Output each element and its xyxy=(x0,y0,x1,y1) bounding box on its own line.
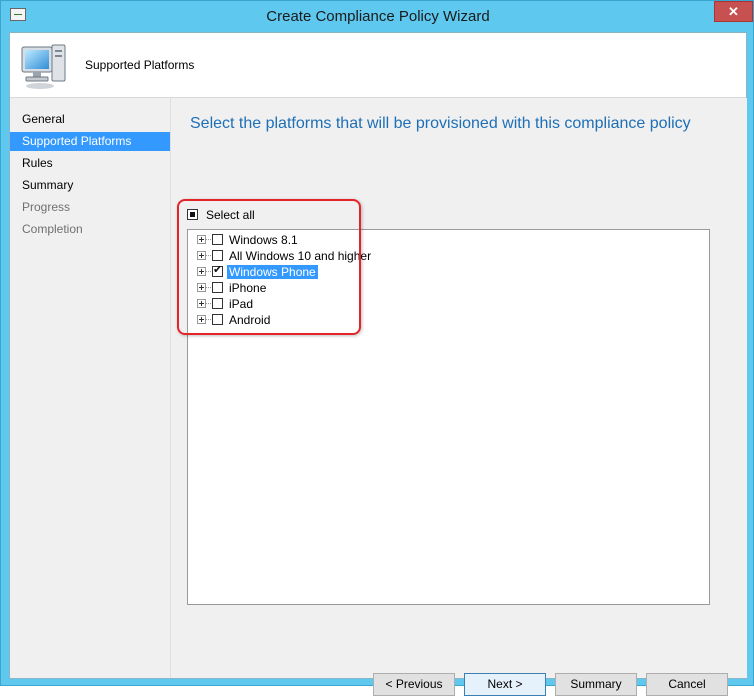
title-bar[interactable]: Create Compliance Policy Wizard ✕ xyxy=(1,1,753,33)
wizard-banner: Supported Platforms xyxy=(10,33,746,98)
page-heading: Select the platforms that will be provis… xyxy=(190,115,691,132)
nav-item-completion: Completion xyxy=(22,222,83,236)
next-button[interactable]: Next > xyxy=(464,673,546,696)
annotation-highlight-box xyxy=(177,199,361,335)
nav-item-rules[interactable]: Rules xyxy=(10,154,170,173)
wizard-window: Create Compliance Policy Wizard ✕ Suppor… xyxy=(0,0,754,696)
nav-item-supported-platforms[interactable]: Supported Platforms xyxy=(10,132,170,151)
cancel-button[interactable]: Cancel xyxy=(646,673,728,696)
computer-icon xyxy=(21,44,66,89)
wizard-main-pane: Select the platforms that will be provis… xyxy=(170,98,747,696)
banner-title: Supported Platforms xyxy=(85,58,195,72)
nav-item-progress: Progress xyxy=(22,200,71,214)
nav-item-summary[interactable]: Summary xyxy=(10,176,170,195)
nav-item-general[interactable]: General xyxy=(10,110,170,129)
previous-button[interactable]: < Previous xyxy=(373,673,455,696)
window-title: Create Compliance Policy Wizard xyxy=(266,8,490,25)
summary-button[interactable]: Summary xyxy=(555,673,637,696)
wizard-nav: General Supported Platforms Rules Summar… xyxy=(10,98,170,678)
close-button[interactable]: ✕ xyxy=(714,1,753,22)
wizard-client-area: Supported Platforms General Supported Pl… xyxy=(9,32,747,696)
close-icon: ✕ xyxy=(728,4,739,19)
